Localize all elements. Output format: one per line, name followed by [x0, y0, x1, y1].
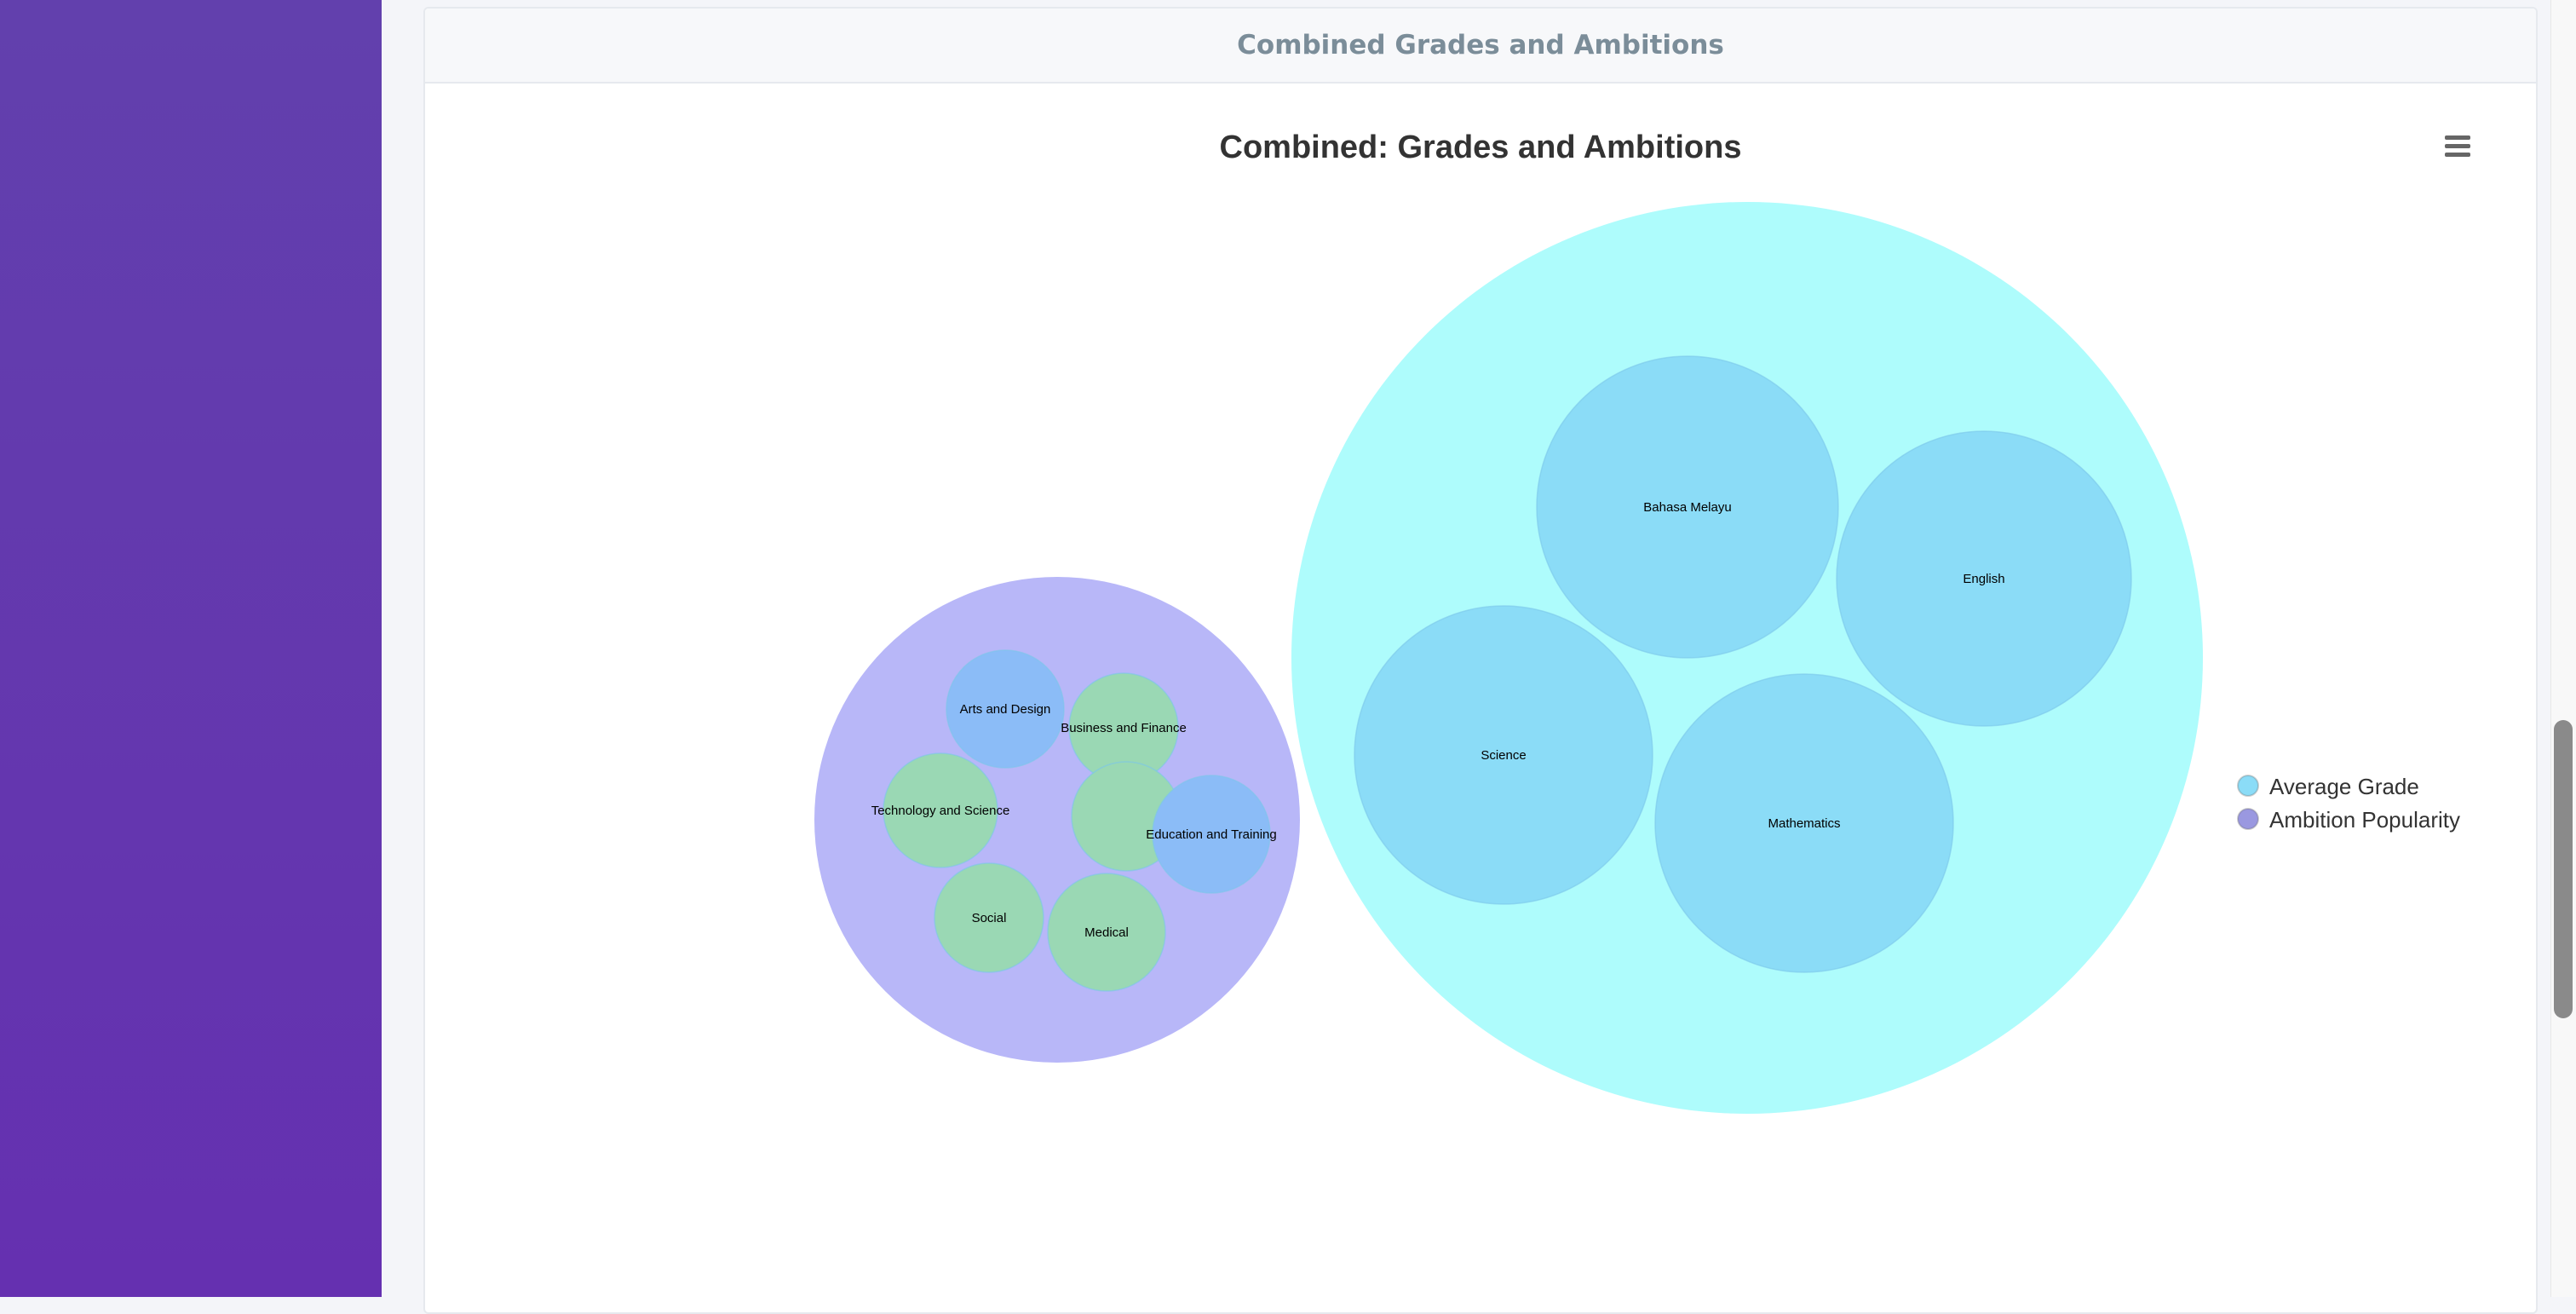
legend-marker-average-grade[interactable] — [2237, 775, 2259, 797]
bubble-label-english: English — [1963, 572, 2004, 586]
chart-card: Combined Grades and Ambitions Combined: … — [423, 7, 2538, 1314]
bubble-label-science: Science — [1481, 748, 1526, 763]
legend-marker-ambition-popularity[interactable] — [2237, 808, 2259, 830]
scrollbar-thumb[interactable] — [2554, 720, 2573, 1018]
hamburger-menu-icon[interactable] — [2443, 132, 2472, 161]
bubble-label-arts-and-design: Arts and Design — [960, 702, 1051, 717]
bubble-label-technology-and-science: Technology and Science — [871, 804, 1010, 818]
bubble-label-business-and-finance: Business and Finance — [1061, 721, 1187, 735]
legend-label-average-grade[interactable]: Average Grade — [2269, 774, 2419, 799]
scrollbar[interactable] — [2550, 0, 2576, 1297]
chart-title: Combined: Grades and Ambitions — [1220, 130, 1742, 165]
bubble-label-social: Social — [972, 911, 1007, 925]
card-title: Combined Grades and Ambitions — [1237, 30, 1724, 61]
bubble-label-medical: Medical — [1084, 925, 1129, 940]
chart-area: Combined: Grades and Ambitions Bahasa Mel… — [425, 84, 2536, 1311]
bubble-label-mathematics: Mathematics — [1768, 816, 1840, 831]
bubble-label-education-and-training: Education and Training — [1146, 827, 1276, 842]
sidebar — [0, 0, 382, 1297]
card-header: Combined Grades and Ambitions — [425, 9, 2536, 84]
legend-label-ambition-popularity[interactable]: Ambition Popularity — [2269, 807, 2460, 833]
bubble-label-bahasa-melayu: Bahasa Melayu — [1643, 500, 1731, 515]
bubble-chart: Combined: Grades and Ambitions Bahasa Mel… — [814, 130, 2460, 1114]
